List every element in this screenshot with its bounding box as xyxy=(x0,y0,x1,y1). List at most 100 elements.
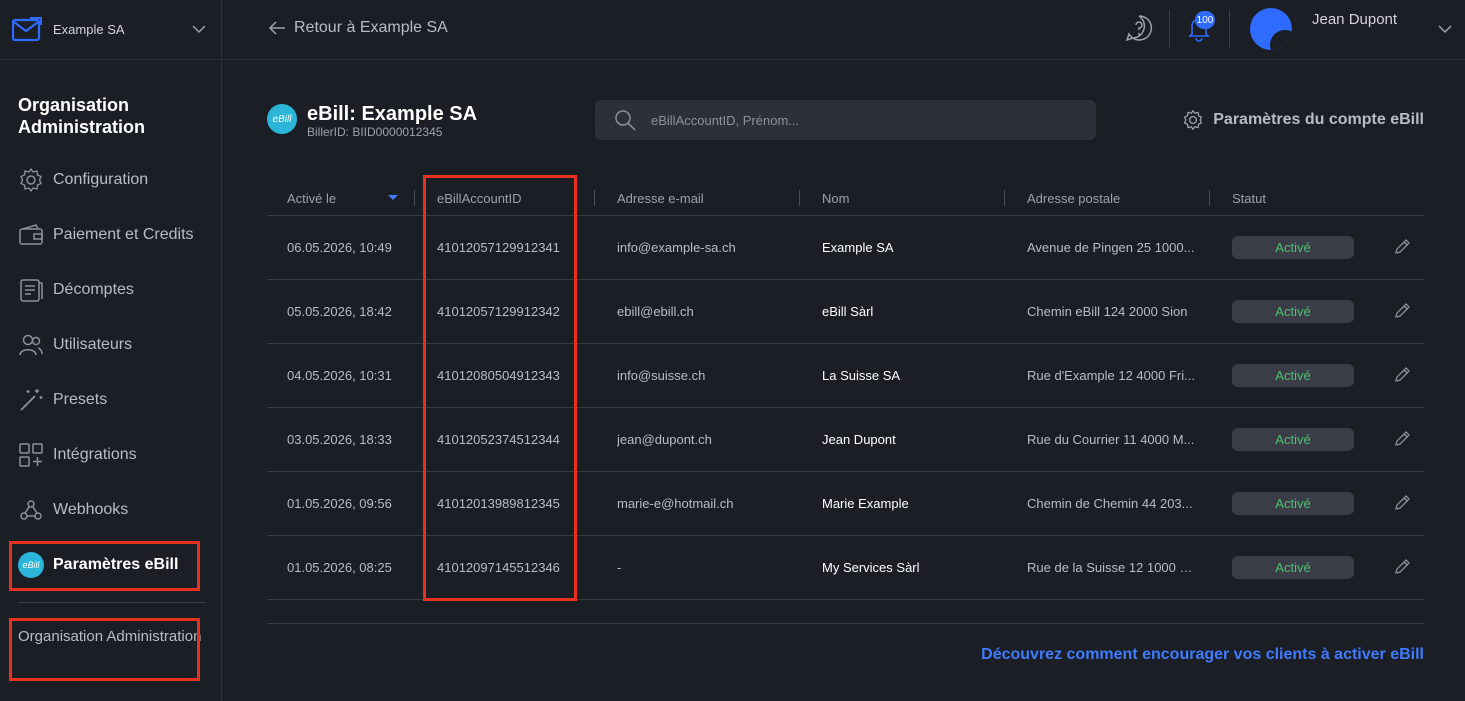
app-root: Example SA Organisation Administration C… xyxy=(0,0,1465,701)
column-header-name[interactable]: Nom xyxy=(822,191,849,206)
cell-date: 06.05.2026, 10:49 xyxy=(287,240,392,255)
column-header-activated[interactable]: Activé le xyxy=(287,191,336,206)
back-label: Retour à Example SA xyxy=(294,19,448,36)
pencil-icon[interactable] xyxy=(1393,366,1411,384)
chevron-down-icon[interactable] xyxy=(1437,21,1453,37)
table-row[interactable]: 05.05.2026, 18:42 41012057129912342 ebil… xyxy=(267,280,1424,344)
cell-email: info@suisse.ch xyxy=(617,368,706,383)
sidebar-item-payment[interactable]: Paiement et Credits xyxy=(0,207,222,262)
cell-account-id: 41012013989812345 xyxy=(437,496,560,511)
notification-badge: 100 xyxy=(1195,11,1215,29)
cell-email: - xyxy=(617,560,622,575)
sidebar-item-webhooks[interactable]: Webhooks xyxy=(0,482,222,537)
pencil-icon[interactable] xyxy=(1393,238,1411,256)
sidebar-item-label: Configuration xyxy=(53,170,149,188)
status-badge: Activé xyxy=(1232,492,1354,515)
help-icon[interactable] xyxy=(1125,14,1153,42)
search-icon xyxy=(615,110,636,131)
cell-address: Chemin de Chemin 44 203... xyxy=(1027,496,1193,511)
sidebar-item-ebill-settings[interactable]: eBill Paramètres eBill xyxy=(0,537,222,592)
column-separator xyxy=(799,190,800,206)
settings-label: Paramètres du compte eBill xyxy=(1213,111,1424,128)
sidebar-item-label: Décomptes xyxy=(53,280,134,298)
users-icon xyxy=(19,334,43,355)
table-row[interactable]: 01.05.2026, 09:56 41012013989812345 mari… xyxy=(267,472,1424,536)
column-header-email[interactable]: Adresse e-mail xyxy=(617,191,704,206)
mail-logo-icon xyxy=(12,16,42,41)
page-title: eBill: Example SA xyxy=(307,103,478,125)
avatar[interactable] xyxy=(1250,8,1292,50)
sidebar-title: Organisation Administration xyxy=(18,95,146,137)
sidebar-footer-org-admin[interactable]: Organisation Administration xyxy=(18,627,201,646)
cell-email: info@example-sa.ch xyxy=(617,240,736,255)
sidebar-item-label: Presets xyxy=(53,390,108,408)
table-row[interactable]: 04.05.2026, 10:31 41012080504912343 info… xyxy=(267,344,1424,408)
column-header-status[interactable]: Statut xyxy=(1232,191,1266,206)
cell-address: Chemin eBill 124 2000 Sion xyxy=(1027,304,1188,319)
table-row[interactable]: 03.05.2026, 18:33 41012052374512344 jean… xyxy=(267,408,1424,472)
sidebar-item-label: Paiement et Credits xyxy=(53,225,194,243)
cell-date: 04.05.2026, 10:31 xyxy=(287,368,392,383)
status-badge: Activé xyxy=(1232,428,1354,451)
pencil-icon[interactable] xyxy=(1393,302,1411,320)
cell-name: Jean Dupont xyxy=(822,432,896,447)
column-header-address[interactable]: Adresse postale xyxy=(1027,191,1120,206)
ebill-account-settings-button[interactable]: Paramètres du compte eBill xyxy=(1182,109,1424,131)
cell-account-id: 41012097145512346 xyxy=(437,560,560,575)
org-switcher[interactable]: Example SA xyxy=(0,0,222,60)
sidebar-item-users[interactable]: Utilisateurs xyxy=(0,317,222,372)
accounts-table: Activé le eBillAccountID Adresse e-mail … xyxy=(267,180,1424,624)
column-separator xyxy=(594,190,595,206)
cell-account-id: 41012057129912342 xyxy=(437,304,560,319)
pencil-icon[interactable] xyxy=(1393,558,1411,576)
search-box[interactable] xyxy=(595,100,1096,140)
cell-name: eBill Sàrl xyxy=(822,304,874,319)
sidebar-item-label: Webhooks xyxy=(53,500,129,518)
cell-address: Avenue de Pingen 25 1000... xyxy=(1027,240,1195,255)
status-badge: Activé xyxy=(1232,300,1354,323)
pencil-icon[interactable] xyxy=(1393,494,1411,512)
cell-address: Rue de la Suisse 12 1000 B... xyxy=(1027,560,1197,575)
magic-wand-icon xyxy=(20,388,43,411)
sidebar-divider xyxy=(18,602,206,603)
cell-name: My Services Sàrl xyxy=(822,560,920,575)
cell-email: marie-e@hotmail.ch xyxy=(617,496,734,511)
sidebar-item-presets[interactable]: Presets xyxy=(0,372,222,427)
sidebar-item-statements[interactable]: Décomptes xyxy=(0,262,222,317)
cell-email: ebill@ebill.ch xyxy=(617,304,694,319)
sidebar-item-label: Intégrations xyxy=(53,445,137,463)
cell-name: Marie Example xyxy=(822,496,909,511)
chevron-down-icon[interactable] xyxy=(192,22,206,36)
sidebar-item-integrations[interactable]: Intégrations xyxy=(0,427,222,482)
search-input[interactable] xyxy=(651,112,1051,128)
topbar-divider xyxy=(1169,10,1170,48)
gear-icon xyxy=(20,167,42,192)
user-name[interactable]: Jean Dupont xyxy=(1312,10,1402,30)
encourage-activation-link[interactable]: Découvrez comment encourager vos clients… xyxy=(981,646,1424,664)
main-content: eBill eBill: Example SA BillerID: BIID00… xyxy=(223,61,1465,701)
column-separator xyxy=(414,190,415,206)
sidebar-nav: Configuration Paiement et Credits Décomp… xyxy=(0,152,222,592)
sidebar-item-configuration[interactable]: Configuration xyxy=(0,152,222,207)
cell-name: La Suisse SA xyxy=(822,368,901,383)
gear-icon xyxy=(1184,110,1203,130)
sidebar-item-label: Paramètres eBill xyxy=(53,555,179,573)
column-separator xyxy=(1209,190,1210,206)
webhook-icon xyxy=(20,499,42,520)
cell-name: Example SA xyxy=(822,240,894,255)
topbar-divider xyxy=(1229,10,1230,48)
sort-desc-icon[interactable] xyxy=(388,195,398,200)
arrow-left-icon xyxy=(268,21,285,35)
pencil-icon[interactable] xyxy=(1393,430,1411,448)
column-header-account-id[interactable]: eBillAccountID xyxy=(437,191,522,206)
back-link[interactable]: Retour à Example SA xyxy=(267,18,448,38)
status-badge: Activé xyxy=(1232,236,1354,259)
ebill-logo-icon: eBill xyxy=(267,104,297,134)
status-badge: Activé xyxy=(1232,364,1354,387)
sidebar: Example SA Organisation Administration C… xyxy=(0,0,222,701)
cell-account-id: 41012057129912341 xyxy=(437,240,560,255)
table-row[interactable]: 01.05.2026, 08:25 41012097145512346 - My… xyxy=(267,536,1424,600)
cell-date: 01.05.2026, 09:56 xyxy=(287,496,392,511)
table-row[interactable]: 06.05.2026, 10:49 41012057129912341 info… xyxy=(267,216,1424,280)
receipt-icon xyxy=(20,278,43,302)
